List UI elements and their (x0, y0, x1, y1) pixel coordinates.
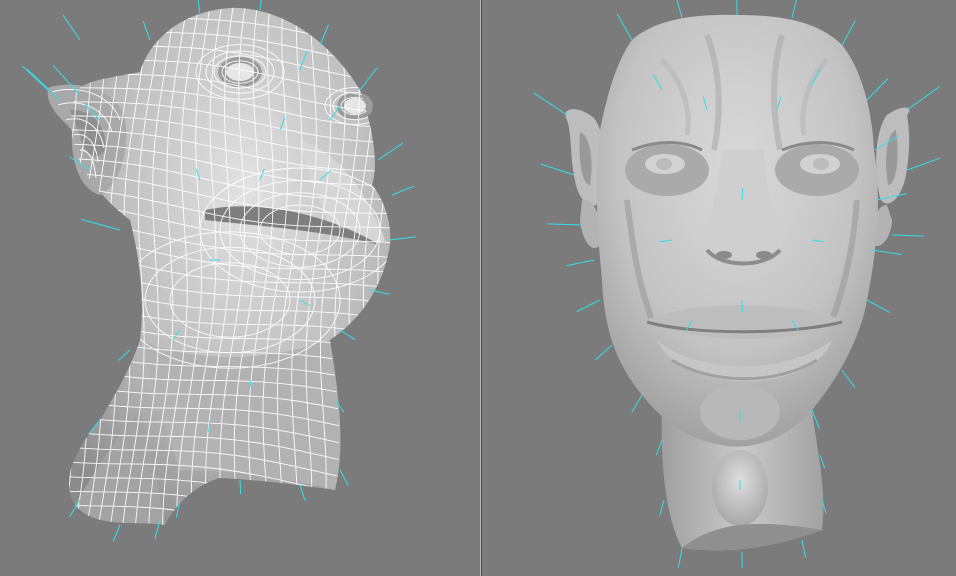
normal-vector (595, 344, 613, 361)
normal-vector (676, 0, 683, 19)
normal-vector (62, 14, 81, 41)
wireframe-canvas[interactable] (0, 0, 480, 576)
normal-vector (891, 234, 925, 237)
normal-vector (197, 0, 201, 16)
normal-vector (299, 484, 306, 501)
normal-vector (391, 185, 415, 196)
modeling-workspace (0, 0, 956, 576)
normal-vector (359, 67, 378, 91)
normal-vector (259, 0, 262, 11)
normal-vector (576, 299, 601, 313)
normal-vector (819, 454, 826, 469)
normal-vector (655, 439, 663, 456)
normal-vector (112, 524, 121, 542)
normal-vector (339, 329, 356, 341)
viewport-left-wireframe[interactable] (0, 0, 480, 576)
normal-vector (142, 21, 151, 41)
normal-vector (389, 236, 416, 241)
normal-vector (81, 219, 121, 231)
mesh-shaded-right (565, 14, 910, 551)
normal-vector (26, 68, 61, 101)
normal-vector (566, 259, 595, 267)
normal-vector (546, 223, 583, 226)
normal-vector (791, 0, 797, 19)
normal-vector (631, 394, 643, 413)
normal-vector (616, 13, 633, 41)
normal-vector (22, 65, 49, 91)
viewport-right-shaded[interactable] (482, 0, 956, 576)
normal-vector (866, 78, 889, 101)
normal-vector (239, 479, 242, 495)
normal-vector (339, 469, 349, 487)
normal-vector (117, 349, 131, 362)
normal-vector (319, 24, 329, 46)
normal-vector (841, 20, 856, 46)
normal-vector (540, 163, 575, 176)
normal-vector (866, 299, 891, 314)
normal-vector (533, 92, 568, 116)
normal-vector (659, 499, 665, 516)
shaded-canvas[interactable] (482, 0, 956, 576)
wire-edge (378, 7, 391, 525)
normal-vector (906, 157, 941, 171)
normal-vector (906, 86, 940, 111)
normal-vector (871, 249, 902, 255)
normal-vector (841, 369, 856, 389)
normal-vector (377, 142, 404, 161)
normal-vector (677, 547, 683, 568)
normal-vector (801, 539, 806, 558)
